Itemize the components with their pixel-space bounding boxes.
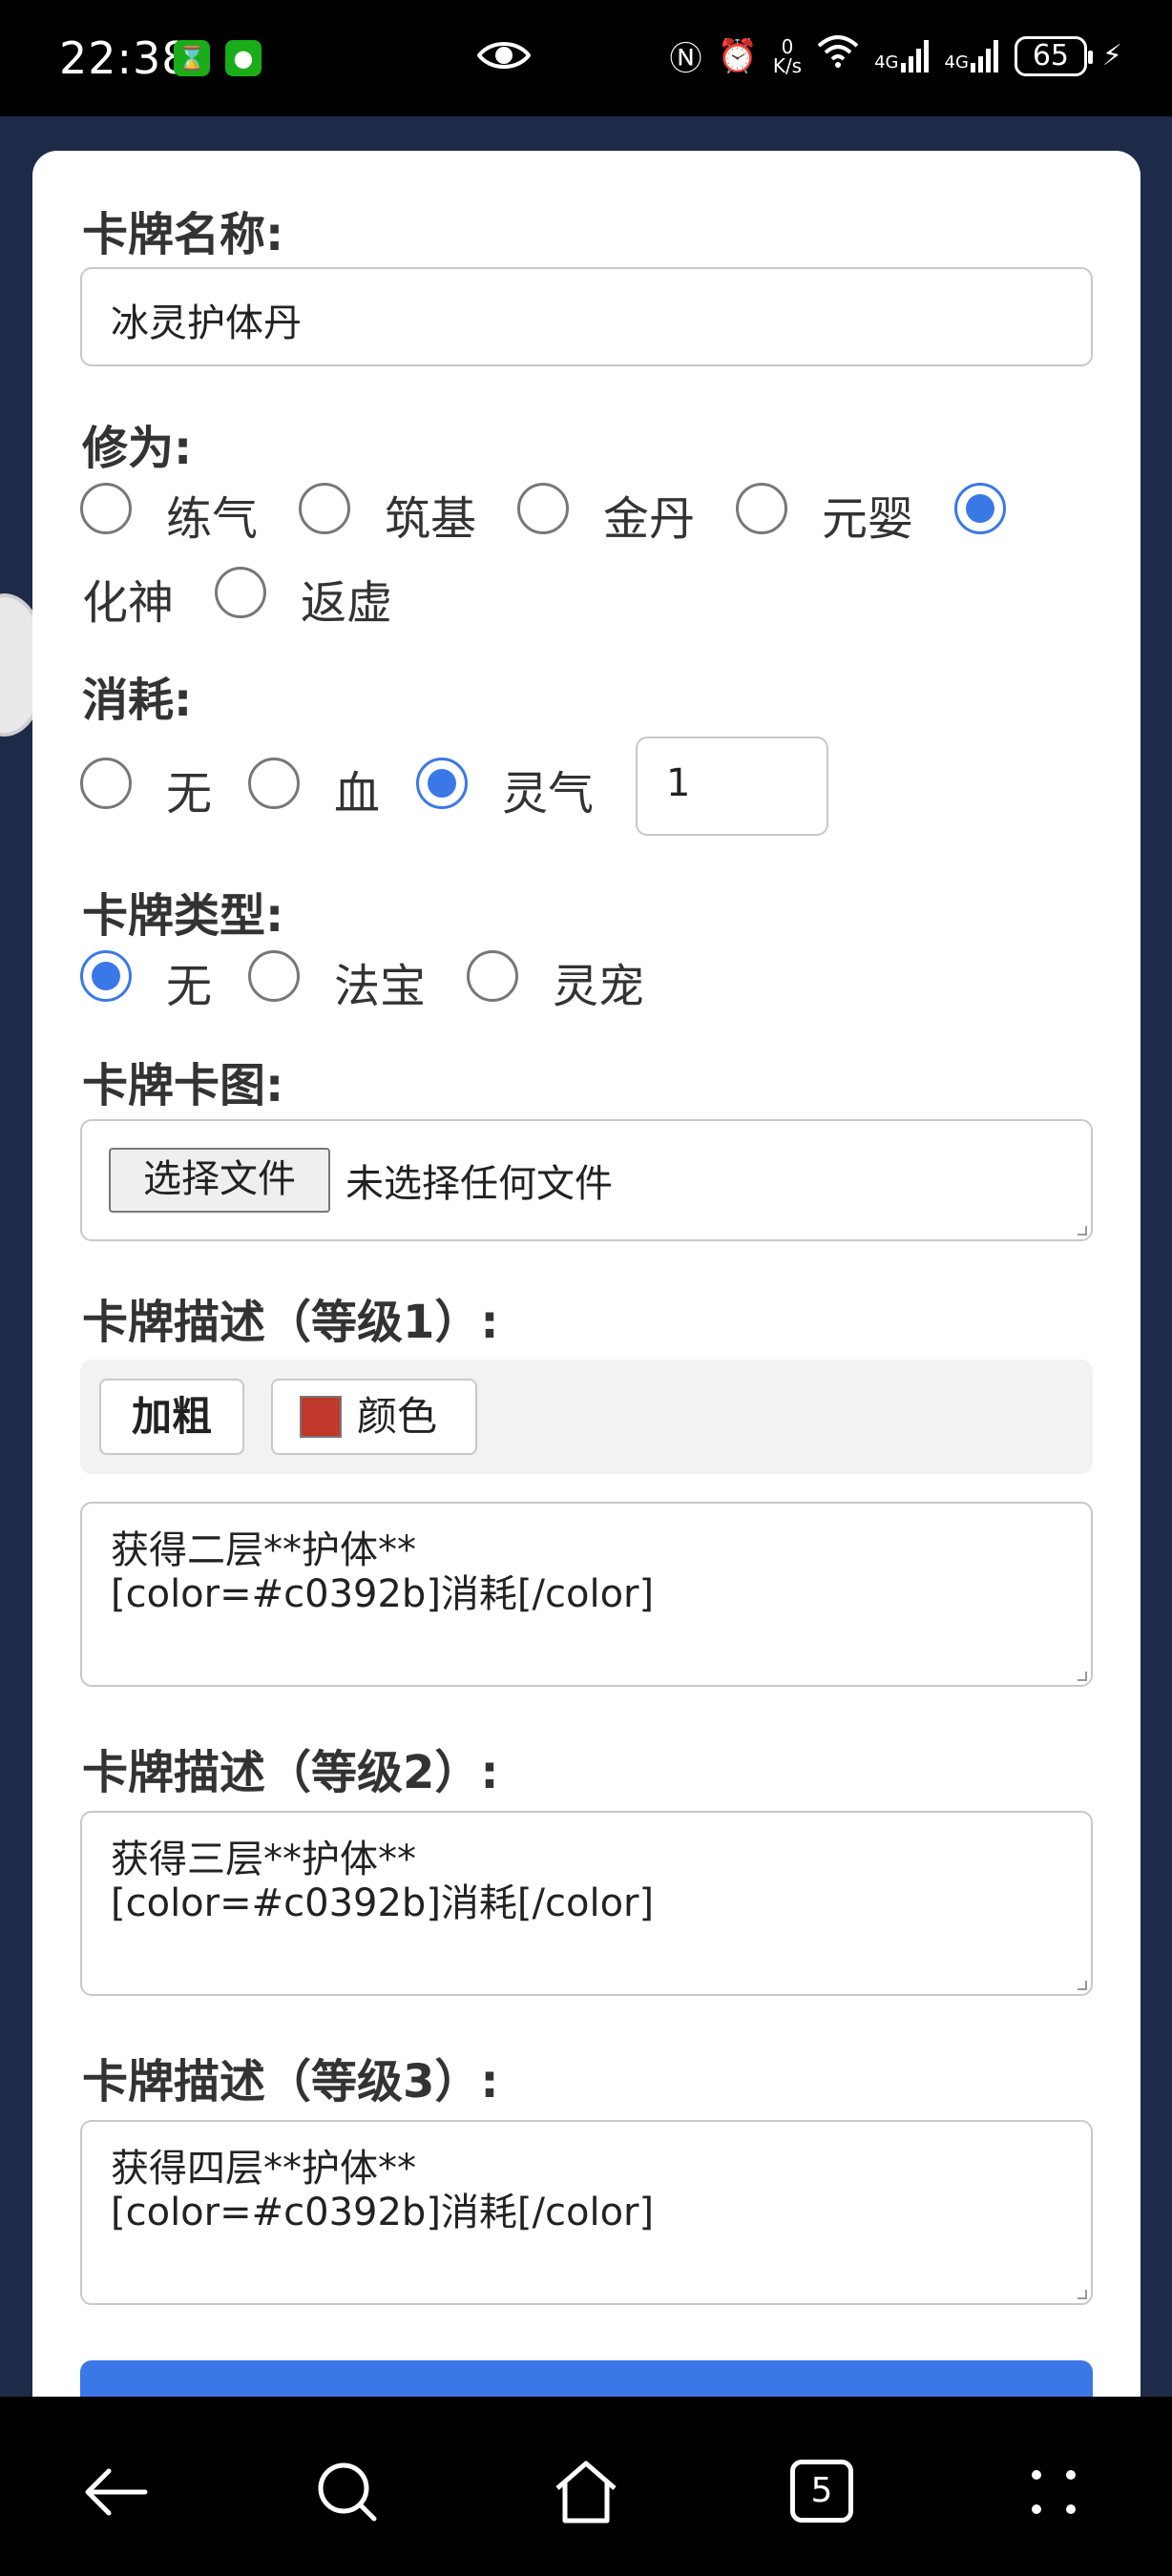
desc3-textarea[interactable]: 获得四层**护体** [color=#c0392b]消耗[/color]: [80, 2120, 1093, 2305]
resize-handle[interactable]: [1078, 1981, 1087, 1990]
hourglass-icon: ⌛: [174, 40, 210, 76]
cost-option-3: 灵气: [502, 767, 595, 821]
cost-amount-input[interactable]: 1: [636, 737, 828, 836]
alarm-icon: ⏰: [717, 36, 758, 75]
realm-option-4: 元婴: [822, 492, 914, 546]
image-label: 卡牌卡图:: [82, 1059, 284, 1112]
cost-label: 消耗:: [82, 674, 193, 727]
desc2-textarea[interactable]: 获得三层**护体** [color=#c0392b]消耗[/color]: [80, 1811, 1093, 1996]
wechat-icon: ●: [225, 40, 262, 76]
color-button[interactable]: 颜色: [271, 1379, 477, 1455]
status-bar: 22:38 ⌛ ● Ⓝ ⏰ 0 K/s 4G 4G 65 ⚡: [0, 0, 1172, 116]
resize-handle[interactable]: [1078, 1226, 1087, 1236]
status-icons: Ⓝ ⏰ 0 K/s 4G 4G 65 ⚡: [669, 32, 1122, 79]
realm-radio-5[interactable]: [954, 483, 1006, 534]
name-label: 卡牌名称:: [82, 208, 284, 261]
cost-option-1: 无: [166, 767, 213, 821]
type-option-3: 灵宠: [553, 960, 645, 1013]
file-status: 未选择任何文件: [345, 1162, 613, 1206]
type-option-1: 无: [166, 960, 213, 1013]
realm-option-1: 练气: [166, 492, 259, 546]
realm-option-3: 金丹: [603, 492, 696, 546]
realm-radio-3[interactable]: [517, 483, 569, 534]
realm-option-5: 化神: [82, 576, 175, 630]
cost-radio-1[interactable]: [80, 758, 132, 809]
net-speed: 0 K/s: [772, 34, 803, 77]
choose-file-button[interactable]: 选择文件: [109, 1148, 330, 1213]
cost-radio-3[interactable]: [416, 758, 468, 809]
desc2-label: 卡牌描述（等级2）:: [82, 1746, 499, 1799]
tabs-button[interactable]: 5: [785, 2454, 861, 2530]
status-time: 22:38: [59, 32, 191, 84]
type-radio-2[interactable]: [248, 950, 300, 1002]
desc3-label: 卡牌描述（等级3）:: [82, 2055, 499, 2109]
realm-option-6: 返虚: [301, 576, 393, 630]
back-arrow-icon[interactable]: [78, 2454, 155, 2530]
bold-button[interactable]: 加粗: [99, 1379, 244, 1455]
nfc-icon: Ⓝ: [669, 40, 702, 78]
type-radio-3[interactable]: [467, 950, 518, 1002]
eye-icon: [476, 36, 532, 78]
color-swatch-icon: [300, 1396, 342, 1438]
resize-handle[interactable]: [1078, 2290, 1087, 2299]
signal-icon-1: 4G: [874, 39, 929, 73]
name-input[interactable]: 冰灵护体丹: [80, 267, 1093, 366]
battery-icon: 65: [1014, 35, 1093, 76]
search-icon[interactable]: [309, 2454, 386, 2530]
signal-icon-2: 4G: [945, 39, 999, 73]
cost-option-2: 血: [334, 767, 381, 821]
realm-radio-2[interactable]: [299, 483, 350, 534]
cost-radio-2[interactable]: [248, 758, 300, 809]
realm-radio-1[interactable]: [80, 483, 132, 534]
bottom-nav-bar: 5: [0, 2397, 1172, 2576]
tabs-count: 5: [790, 2460, 853, 2523]
realm-radio-4[interactable]: [736, 483, 787, 534]
type-radio-1[interactable]: [80, 950, 132, 1002]
type-label: 卡牌类型:: [82, 889, 284, 943]
format-toolbar: 加粗 颜色: [80, 1360, 1093, 1474]
charging-icon: ⚡: [1101, 39, 1122, 73]
realm-radio-6[interactable]: [215, 567, 266, 618]
desc1-textarea[interactable]: 获得二层**护体** [color=#c0392b]消耗[/color]: [80, 1502, 1093, 1687]
resize-handle[interactable]: [1078, 1672, 1087, 1681]
desc1-label: 卡牌描述（等级1）:: [82, 1296, 499, 1349]
more-menu-icon[interactable]: [1015, 2454, 1092, 2530]
wifi-icon: [817, 34, 859, 77]
realm-option-2: 筑基: [385, 492, 477, 546]
type-option-2: 法宝: [334, 960, 427, 1013]
home-icon[interactable]: [548, 2454, 624, 2530]
card-editor-form: 卡牌名称: 冰灵护体丹 修为: 练气 筑基 金丹 元婴 化神 返虚 消耗: 无 …: [32, 151, 1141, 2576]
realm-label: 修为:: [82, 422, 193, 475]
